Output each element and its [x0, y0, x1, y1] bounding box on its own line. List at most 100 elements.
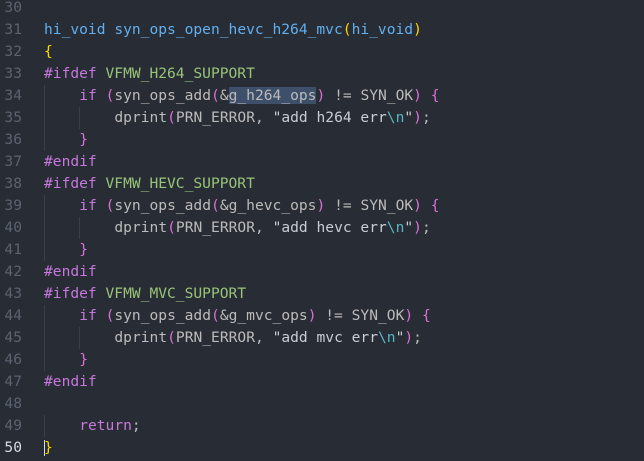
line-number: 48: [4, 395, 22, 412]
code-line[interactable]: 35 dprint(PRN_ERROR, "add h264 err\n");: [0, 107, 644, 129]
indent-guide: [44, 305, 45, 327]
code-line[interactable]: 31 hi_void syn_ops_open_hevc_h264_mvc(hi_…: [0, 19, 644, 41]
code-line[interactable]: 30: [0, 0, 644, 19]
code-token: ,: [254, 109, 273, 126]
code-token: hi_void: [44, 21, 106, 38]
code-token: #ifdef: [44, 175, 97, 192]
code-line[interactable]: 41}: [0, 239, 644, 261]
line-number: 36: [4, 131, 22, 148]
code-token: dprint: [114, 109, 168, 126]
code-token: \n: [378, 329, 396, 346]
code-line[interactable]: 48: [0, 393, 644, 415]
indent-guide: [44, 85, 45, 107]
code-token: !=: [325, 87, 361, 104]
code-token: ;: [421, 109, 431, 126]
code-text: #endif: [44, 151, 97, 173]
code-token: g_mvc_ops: [228, 307, 308, 324]
code-line[interactable]: 42 #endif: [0, 261, 644, 283]
selected-text: g_h264_ops: [228, 87, 317, 104]
indent-guide: [44, 349, 45, 371]
code-line[interactable]: 43 #ifdef VFMW_MVC_SUPPORT: [0, 283, 644, 305]
code-token: ): [404, 307, 414, 324]
code-token: #endif: [44, 373, 97, 390]
code-line[interactable]: 47 #endif: [0, 371, 644, 393]
code-token: !=: [316, 307, 352, 324]
code-token: PRN_ERROR: [175, 329, 255, 346]
code-text: #ifdef VFMW_HEVC_SUPPORT: [44, 173, 255, 195]
code-token: (: [211, 197, 220, 214]
code-token: ;: [421, 219, 431, 236]
line-number: 30: [4, 0, 22, 16]
line-number: 38: [4, 175, 22, 192]
code-line[interactable]: 37 #endif: [0, 151, 644, 173]
code-line[interactable]: 32 {: [0, 41, 644, 63]
code-line[interactable]: 45 dprint(PRN_ERROR, "add mvc err\n");: [0, 327, 644, 349]
code-line[interactable]: 38 #ifdef VFMW_HEVC_SUPPORT: [0, 173, 644, 195]
code-token: ): [316, 87, 326, 104]
code-line[interactable]: 44 if (syn_ops_add(&g_mvc_ops) != SYN_OK)…: [0, 305, 644, 327]
code-token: "add hevc err: [272, 219, 387, 236]
code-token: "add h264 err: [272, 109, 387, 126]
code-line[interactable]: 36}: [0, 129, 644, 151]
code-text: #ifdef VFMW_H264_SUPPORT: [44, 63, 255, 85]
code-line[interactable]: 49 return;: [0, 415, 644, 437]
code-token: &: [219, 307, 229, 324]
indent-guide: [44, 239, 45, 261]
code-token: VFMW_HEVC_SUPPORT: [105, 175, 255, 192]
code-text: }: [79, 349, 88, 371]
line-number: 34: [4, 87, 22, 104]
code-line[interactable]: 46}: [0, 349, 644, 371]
code-token: {: [430, 197, 440, 214]
code-text: dprint(PRN_ERROR, "add h264 err\n");: [114, 107, 430, 129]
code-token: ): [413, 21, 422, 38]
code-token: PRN_ERROR: [175, 109, 255, 126]
code-text: if (syn_ops_add(&g_hevc_ops) != SYN_OK) …: [79, 195, 439, 217]
code-token: g_hevc_ops: [228, 197, 317, 214]
code-token: (: [211, 87, 220, 104]
code-text: hi_void syn_ops_open_hevc_h264_mvc(hi_vo…: [44, 19, 422, 41]
code-token: SYN_OK: [351, 307, 405, 324]
code-token: return: [79, 417, 132, 434]
code-token: #endif: [44, 153, 97, 170]
code-token: ): [413, 219, 422, 236]
code-line[interactable]: 34 if (syn_ops_add(&g_h264_ops) != SYN_OK…: [0, 85, 644, 107]
line-number: 49: [4, 417, 22, 434]
code-line[interactable]: 50}: [0, 437, 644, 459]
line-number: 40: [4, 219, 22, 236]
code-token: }: [44, 439, 53, 456]
code-text: dprint(PRN_ERROR, "add mvc err\n");: [114, 327, 422, 349]
code-token: !=: [325, 197, 361, 214]
code-token: {: [421, 307, 431, 324]
code-token: {: [44, 43, 53, 60]
code-text: }: [79, 129, 88, 151]
line-number: 35: [4, 109, 22, 126]
code-line[interactable]: 33 #ifdef VFMW_H264_SUPPORT: [0, 63, 644, 85]
code-token: dprint: [114, 219, 168, 236]
code-line[interactable]: 40 dprint(PRN_ERROR, "add hevc err\n");: [0, 217, 644, 239]
code-editor[interactable]: 30 31 hi_void syn_ops_open_hevc_h264_mvc(h…: [0, 0, 644, 461]
line-number: 47: [4, 373, 22, 390]
code-token: ): [413, 87, 422, 104]
code-token: (: [167, 219, 176, 236]
code-token: SYN_OK: [360, 87, 414, 104]
code-token: ): [316, 197, 326, 214]
code-token: ): [404, 329, 414, 346]
indent-guide: [79, 217, 81, 239]
code-token: #endif: [44, 263, 97, 280]
line-number: 41: [4, 241, 22, 258]
code-token: PRN_ERROR: [175, 219, 255, 236]
line-number: 31: [4, 21, 22, 38]
indent-guide: [79, 327, 81, 349]
code-line[interactable]: 39 if (syn_ops_add(&g_hevc_ops) != SYN_OK…: [0, 195, 644, 217]
code-text: return;: [79, 415, 141, 437]
line-number: 50: [4, 439, 22, 456]
code-token: }: [79, 351, 88, 368]
code-text: if (syn_ops_add(&g_h264_ops) != SYN_OK) …: [79, 85, 440, 107]
line-number: 39: [4, 197, 22, 214]
